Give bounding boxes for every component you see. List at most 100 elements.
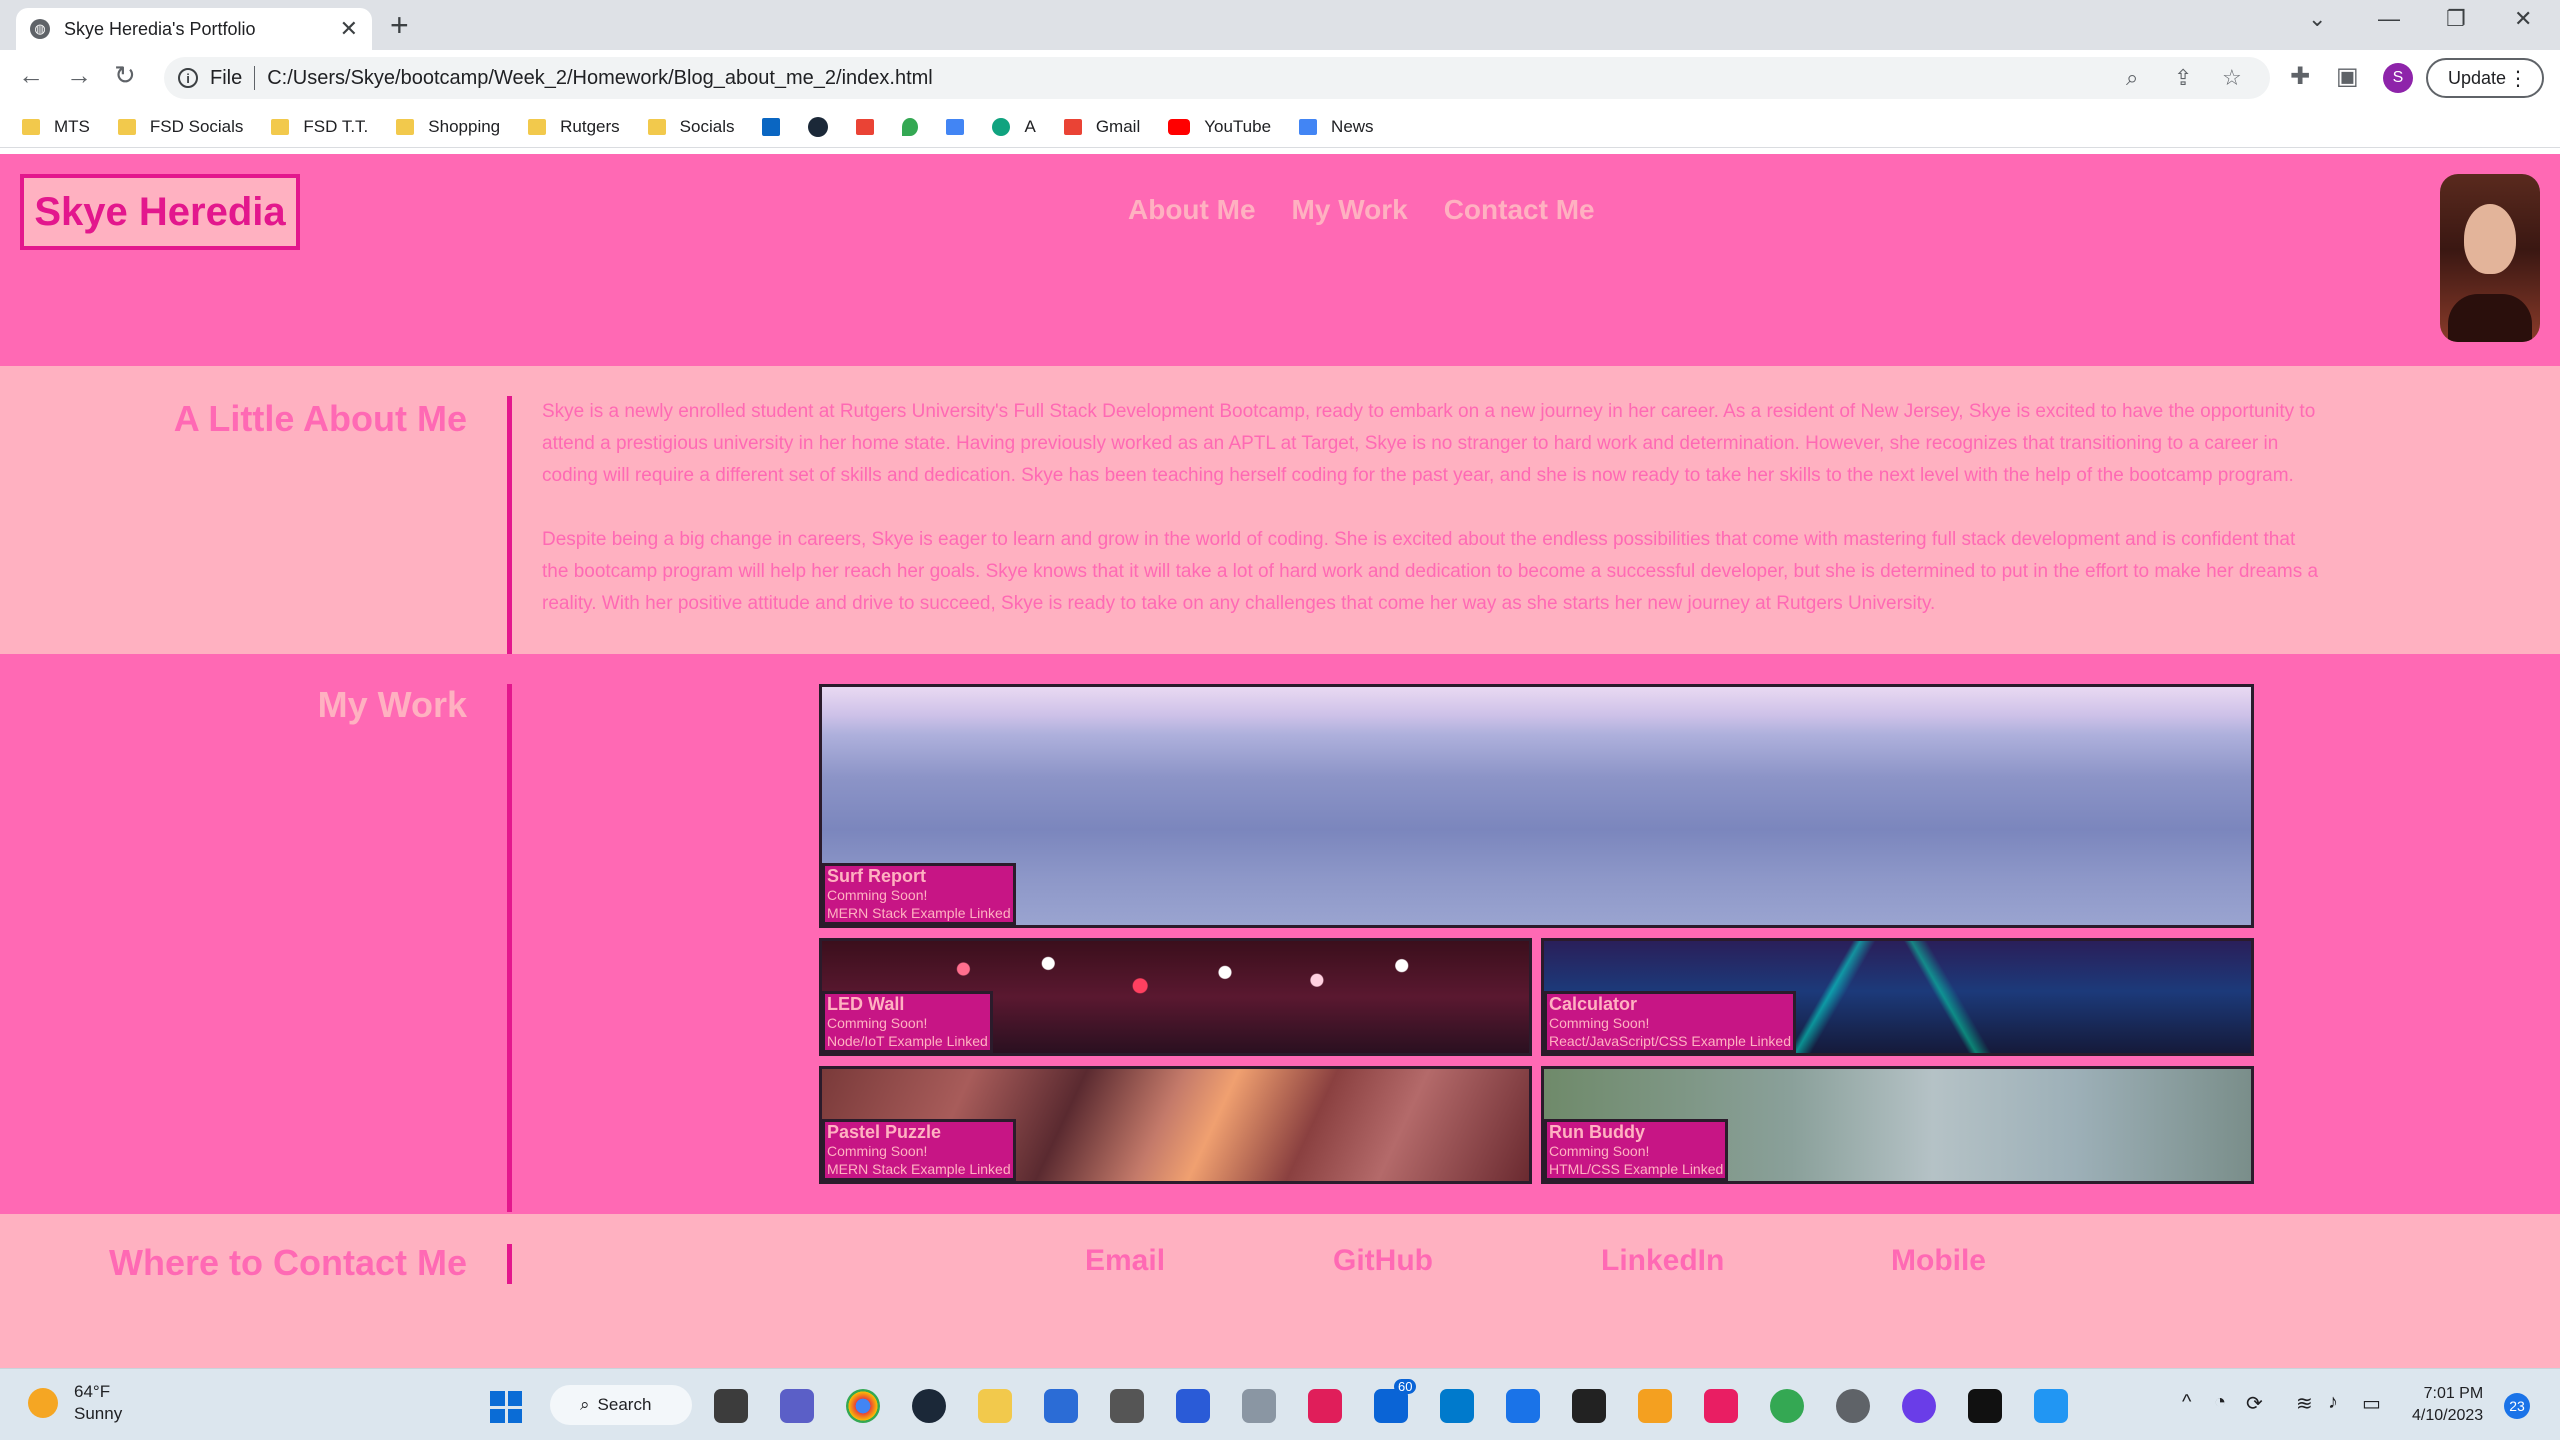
terminal-icon[interactable] — [1572, 1389, 1606, 1423]
command-prompt-icon[interactable] — [1968, 1389, 2002, 1423]
nav-contact-me[interactable]: Contact Me — [1444, 194, 1595, 226]
app-icon[interactable] — [1176, 1389, 1210, 1423]
new-tab-button[interactable]: + — [390, 8, 409, 42]
folder-icon — [647, 118, 666, 135]
calculator-icon[interactable] — [1242, 1389, 1276, 1423]
restore-icon[interactable]: ❐ — [2446, 6, 2466, 32]
taskbar: 64°F Sunny ⌕ Search 60 ^ ◔ ⟳ ≋ ♪ ▭ 7:01 … — [0, 1368, 2560, 1440]
volume-icon[interactable]: ♪ — [2328, 1391, 2338, 1414]
project-card-run-buddy[interactable]: Run Buddy Comming Soon! HTML/CSS Example… — [1541, 1066, 2254, 1184]
system-clock[interactable]: 7:01 PM 4/10/2023 — [2412, 1383, 2483, 1427]
bookmark-youtube[interactable]: YouTube — [1168, 117, 1271, 137]
sync-icon[interactable]: ⟳ — [2246, 1391, 2263, 1416]
address-bar[interactable]: i File C:/Users/Skye/bootcamp/Week_2/Hom… — [164, 57, 2270, 99]
update-button[interactable]: Update ⋮ — [2426, 58, 2544, 98]
browser-tab[interactable]: ◍ Skye Heredia's Portfolio ✕ — [16, 8, 372, 50]
file-explorer-icon[interactable] — [978, 1389, 1012, 1423]
tab-strip: ◍ Skye Heredia's Portfolio ✕ + ⌄ — ❐ ✕ — [0, 0, 2560, 50]
steam-icon[interactable] — [912, 1389, 946, 1423]
contact-email-link[interactable]: Email — [1085, 1244, 1165, 1278]
project-card-pastel-puzzle[interactable]: Pastel Puzzle Comming Soon! MERN Stack E… — [819, 1066, 1532, 1184]
info-icon[interactable]: i — [178, 68, 198, 88]
paint-icon[interactable] — [2034, 1389, 2068, 1423]
project-status: Comming Soon! — [1549, 1143, 1650, 1159]
bookmark-star-icon[interactable]: ☆ — [2222, 57, 2242, 99]
bookmark-mts[interactable]: MTS — [22, 117, 90, 137]
contact-mobile-link[interactable]: Mobile — [1891, 1244, 1986, 1278]
notification-badge[interactable]: 23 — [2504, 1393, 2530, 1419]
minimize-icon[interactable]: — — [2378, 6, 2400, 32]
security-icon[interactable]: ◔ — [2214, 1391, 2226, 1414]
bookmark-maps[interactable] — [902, 117, 919, 136]
bookmark-a[interactable]: A — [992, 117, 1036, 137]
chrome-dev-icon[interactable] — [1770, 1389, 1804, 1423]
chrome-icon[interactable] — [846, 1389, 880, 1423]
project-stack: MERN Stack Example Linked — [827, 1161, 1011, 1177]
nav-my-work[interactable]: My Work — [1292, 194, 1408, 226]
extensions-icon[interactable]: ✚ — [2290, 62, 2310, 91]
start-button[interactable] — [490, 1391, 522, 1423]
bookmark-shopping[interactable]: Shopping — [396, 117, 500, 137]
vscode-icon[interactable] — [1440, 1389, 1474, 1423]
forward-icon[interactable]: → — [66, 60, 92, 91]
project-status: Comming Soon! — [1549, 1015, 1650, 1031]
project-label: Pastel Puzzle Comming Soon! MERN Stack E… — [822, 1119, 1016, 1181]
task-view-icon[interactable] — [714, 1389, 748, 1423]
bookmark-gmail-icon[interactable] — [856, 118, 875, 135]
contact-linkedin-link[interactable]: LinkedIn — [1601, 1244, 1724, 1278]
clock-date: 4/10/2023 — [2412, 1407, 2484, 1424]
mail-icon[interactable]: 60 — [1374, 1379, 1417, 1423]
bookmark-fsd-socials[interactable]: FSD Socials — [117, 117, 243, 137]
zoom-icon[interactable]: ⌕ — [2126, 57, 2138, 99]
slack-icon[interactable] — [1308, 1389, 1342, 1423]
url-text[interactable]: C:/Users/Skye/bootcamp/Week_2/Homework/B… — [267, 67, 933, 90]
about-text: Skye is a newly enrolled student at Rutg… — [542, 396, 2322, 652]
share-icon[interactable]: ⇪ — [2174, 57, 2192, 99]
bookmark-gmail[interactable]: Gmail — [1063, 117, 1140, 137]
teams-icon[interactable] — [780, 1389, 814, 1423]
nav-about-me[interactable]: About Me — [1128, 194, 1256, 226]
back-icon[interactable]: ← — [18, 60, 44, 91]
bookmark-news[interactable]: News — [1299, 117, 1374, 137]
app-icon[interactable] — [1902, 1389, 1936, 1423]
weather-widget[interactable]: 64°F Sunny — [28, 1381, 122, 1425]
app-icon[interactable] — [1638, 1389, 1672, 1423]
project-card-led-wall[interactable]: LED Wall Comming Soon! Node/IoT Example … — [819, 938, 1532, 1056]
bookmark-fsd-tt[interactable]: FSD T.T. — [271, 117, 368, 137]
weather-condition: Sunny — [74, 1404, 123, 1423]
notepad-icon[interactable] — [1506, 1389, 1540, 1423]
project-card-calculator[interactable]: Calculator Comming Soon! React/JavaScrip… — [1541, 938, 2254, 1056]
project-label: Surf Report Comming Soon! MERN Stack Exa… — [822, 863, 1016, 925]
site-logo[interactable]: Skye Heredia — [20, 174, 300, 250]
site-header: Skye Heredia About Me My Work Contact Me — [0, 154, 2560, 366]
contact-github-link[interactable]: GitHub — [1333, 1244, 1433, 1278]
snipping-tool-icon[interactable] — [1704, 1389, 1738, 1423]
side-panel-icon[interactable]: ▣ — [2336, 62, 2359, 91]
battery-icon[interactable]: ▭ — [2362, 1391, 2381, 1416]
close-window-icon[interactable]: ✕ — [2514, 6, 2532, 32]
bookmarks-bar: MTS FSD Socials FSD T.T. Shopping Rutger… — [0, 106, 2560, 148]
reload-icon[interactable]: ↻ — [114, 60, 136, 91]
taskbar-search[interactable]: ⌕ Search — [550, 1385, 692, 1425]
project-card-surf-report[interactable]: Surf Report Comming Soon! MERN Stack Exa… — [819, 684, 2254, 928]
bookmark-rutgers[interactable]: Rutgers — [528, 117, 620, 137]
bookmark-steam[interactable] — [808, 116, 829, 137]
unity-icon[interactable] — [1110, 1389, 1144, 1423]
profile-avatar[interactable]: S — [2383, 63, 2413, 93]
gmail-icon — [1063, 118, 1082, 135]
show-hidden-icons[interactable]: ^ — [2182, 1391, 2191, 1414]
settings-icon[interactable] — [1836, 1389, 1870, 1423]
bookmark-app[interactable] — [946, 118, 965, 135]
store-icon[interactable] — [1044, 1389, 1078, 1423]
bookmark-linkedin[interactable] — [762, 117, 781, 136]
close-tab-icon[interactable]: ✕ — [340, 16, 358, 42]
menu-icon[interactable]: ⋮ — [2508, 66, 2528, 91]
bookmark-socials[interactable]: Socials — [647, 117, 734, 137]
project-label: Calculator Comming Soon! React/JavaScrip… — [1544, 991, 1796, 1053]
logo-text: Skye Heredia — [34, 189, 286, 234]
wifi-icon[interactable]: ≋ — [2296, 1391, 2313, 1416]
photo-shirt — [2448, 294, 2532, 342]
work-divider — [507, 684, 512, 1212]
tab-search-icon[interactable]: ⌄ — [2308, 6, 2326, 32]
maps-pin-icon — [902, 117, 919, 136]
